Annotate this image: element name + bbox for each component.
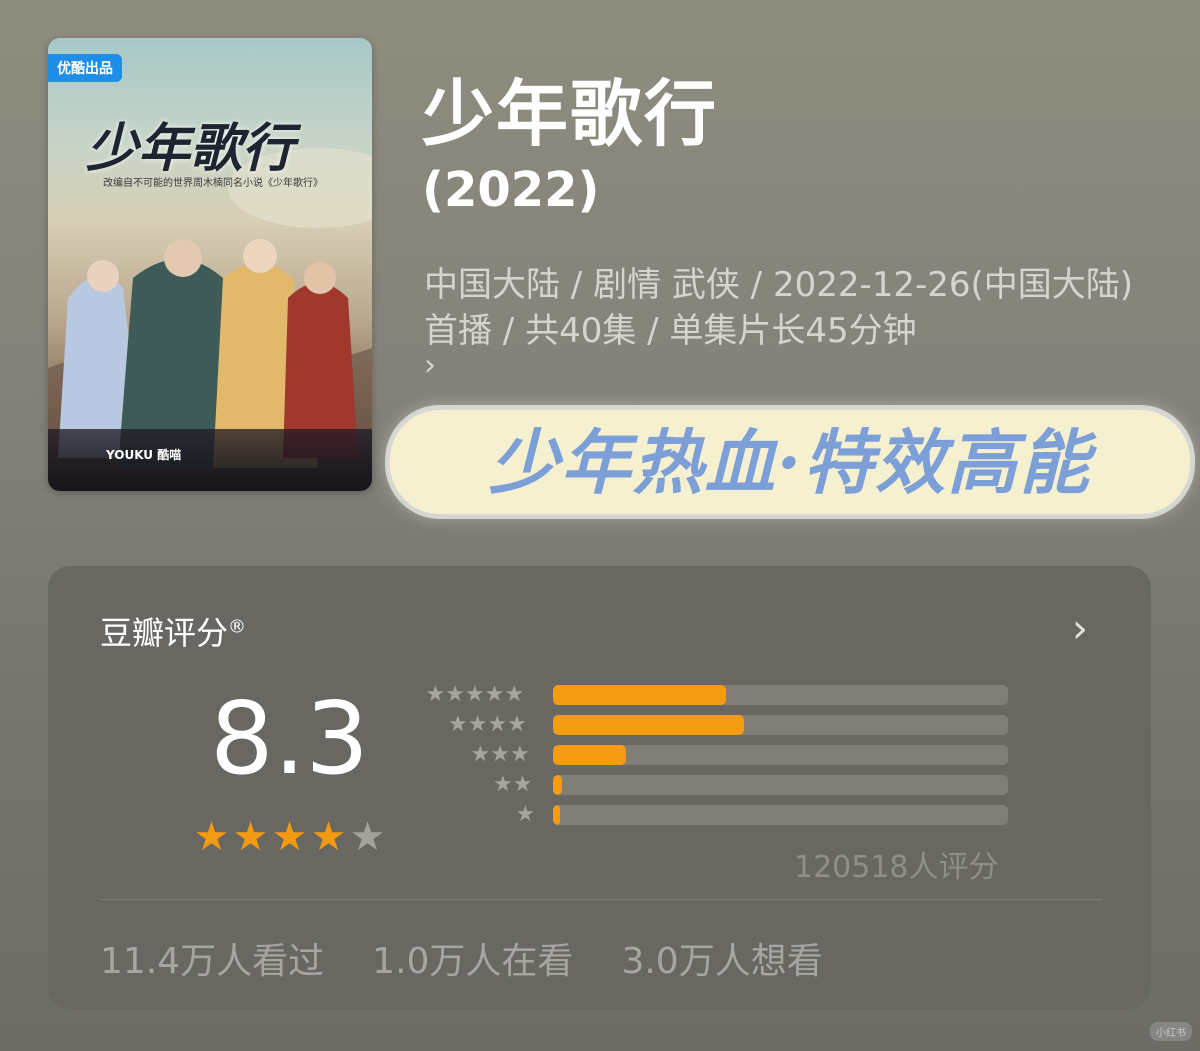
rating-title: 豆瓣评分® (100, 608, 246, 654)
distribution-row-2-star: ★★ (400, 774, 1160, 796)
poster-footer-bar (48, 429, 372, 491)
distribution-row-3-star: ★★★ (400, 744, 1160, 766)
distribution-stars-icon: ★★★ (470, 742, 530, 767)
poster-title: 少年歌行 (86, 118, 295, 179)
distribution-stars-icon: ★★★★ (448, 712, 527, 737)
show-meta-info: 中国大陆 / 剧情 武侠 / 2022-12-26(中国大陆)首播 / 共40集… (424, 265, 1134, 351)
watermark: 小红书 (1150, 1022, 1192, 1041)
distribution-stars-icon: ★★ (493, 772, 533, 797)
distribution-track (553, 745, 1008, 765)
distribution-row-4-star: ★★★★ (400, 714, 1160, 736)
distribution-row-5-star: ★★★★★ (400, 684, 1160, 706)
distribution-track (553, 715, 1008, 735)
distribution-fill-bar (553, 715, 745, 735)
distribution-row-1-star: ★ (400, 804, 1160, 826)
score-stars: ★ ★ ★ ★ ★ (192, 814, 387, 860)
distribution-fill-bar (553, 775, 563, 795)
watched-count[interactable]: 11.4万人看过 (100, 932, 324, 984)
star-filled-icon: ★ (271, 814, 308, 860)
poster-platform-logos: YOUKU 酷喵 (106, 448, 182, 462)
rating-detail-chevron-icon[interactable]: › (1072, 606, 1088, 652)
distribution-stars-icon: ★★★★★ (425, 682, 525, 707)
distribution-track (553, 775, 1008, 795)
highlight-banner-text: 少年热血·特效高能 (488, 421, 1092, 504)
distribution-track (553, 685, 1008, 705)
distribution-fill-bar (553, 745, 626, 765)
distribution-track (553, 805, 1008, 825)
show-title: 少年歌行 (422, 72, 719, 156)
poster-image[interactable]: 优酷出品 少年歌行 改编自不可能的世界周木楠同名小说《少年歌行》 YOUKU 酷… (48, 38, 372, 491)
meta-expand-chevron-icon[interactable]: › (424, 348, 436, 383)
distribution-fill-bar (553, 685, 726, 705)
card-divider (100, 899, 1102, 900)
distribution-fill-bar (553, 805, 560, 825)
show-year: (2022) (422, 162, 600, 218)
distribution-stars-icon: ★ (515, 802, 536, 827)
want-to-watch-count[interactable]: 3.0万人想看 (621, 932, 822, 984)
vote-count: 120518人评分 (794, 850, 999, 885)
registered-mark: ® (228, 616, 247, 638)
star-filled-icon: ★ (232, 814, 269, 860)
youku-badge: 优酷出品 (48, 54, 122, 82)
watching-count[interactable]: 1.0万人在看 (372, 932, 573, 984)
star-filled-icon: ★ (193, 814, 230, 860)
rating-title-text: 豆瓣评分 (100, 614, 229, 652)
star-filled-icon: ★ (310, 814, 347, 860)
poster-tagline: 改编自不可能的世界周木楠同名小说《少年歌行》 (103, 178, 323, 189)
rating-score: 8.3 (210, 680, 370, 797)
star-empty-icon: ★ (349, 814, 386, 860)
watch-stats: 11.4万人看过 1.0万人在看 3.0万人想看 (100, 932, 823, 984)
